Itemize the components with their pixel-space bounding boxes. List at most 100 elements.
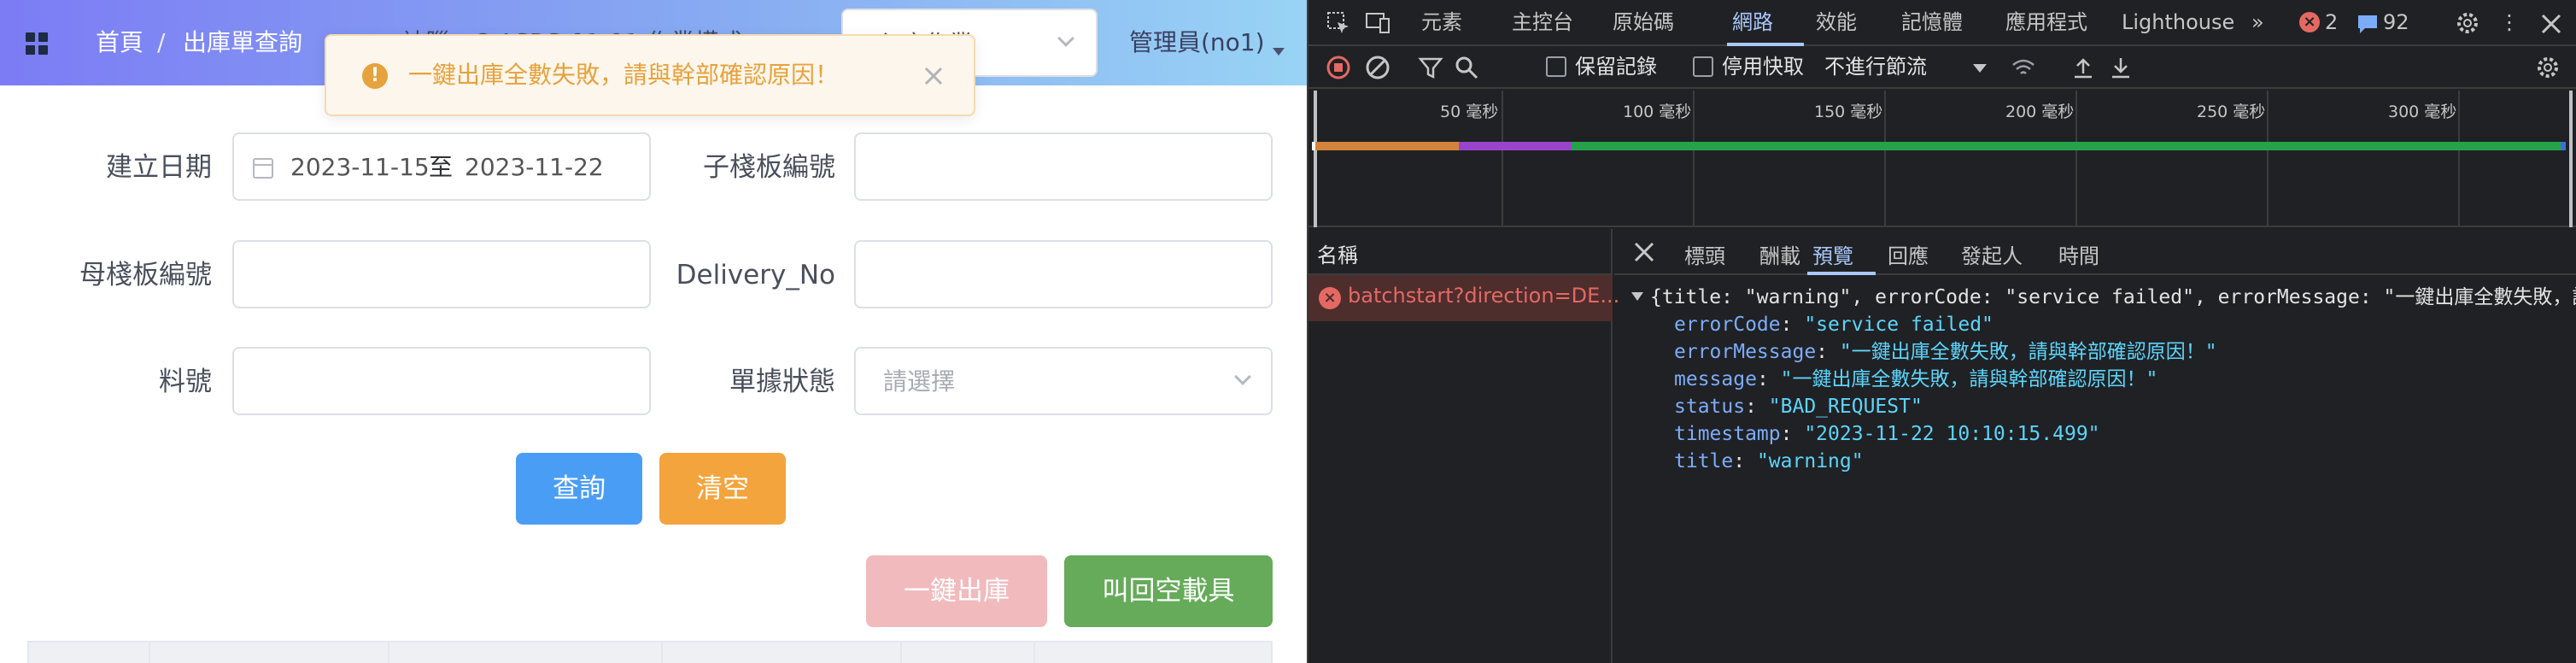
preview-value: "一鍵出庫全數失敗，請與幹部確認原因！" — [1780, 368, 2158, 390]
preview-field: status: "BAD_REQUEST" — [1674, 396, 1923, 418]
timeline-handle-left[interactable] — [1314, 91, 1317, 227]
parent-pallet-input[interactable] — [232, 240, 651, 308]
preview-field: errorCode: "service failed" — [1674, 314, 1993, 336]
close-icon[interactable] — [2538, 11, 2564, 37]
breadcrumb-separator: / — [157, 28, 166, 56]
timeline-gridline — [2458, 91, 2460, 227]
search-icon[interactable] — [1454, 55, 1479, 80]
request-name[interactable]: batchstart?direction=DE... — [1348, 284, 1619, 308]
filter-icon[interactable] — [1418, 55, 1443, 80]
close-icon[interactable] — [1631, 239, 1657, 265]
disable-cache-checkbox[interactable] — [1693, 56, 1713, 77]
part-no-label: 料號 — [159, 367, 212, 397]
preview-field: errorMessage: "一鍵出庫全數失敗，請與幹部確認原因！" — [1674, 341, 2217, 363]
timeline-overview[interactable] — [1308, 91, 2576, 227]
tab-timing[interactable]: 時間 — [2058, 239, 2099, 269]
error-icon[interactable]: × — [2299, 12, 2320, 32]
warning-toast: ! 一鍵出庫全數失敗，請與幹部確認原因！ — [325, 34, 975, 116]
request-row[interactable]: × batchstart?direction=DE... — [1308, 275, 1619, 321]
upload-icon[interactable] — [2070, 55, 2096, 80]
timeline-tick: 100 毫秒 — [1623, 103, 1692, 121]
message-count[interactable]: 92 — [2383, 9, 2409, 35]
active-tab-indicator — [1727, 43, 1804, 46]
tab-payload[interactable]: 酬載 — [1759, 239, 1800, 269]
preview-value: "2023-11-22 10:10:15.499" — [1804, 423, 2100, 445]
expand-triangle-icon[interactable] — [1631, 292, 1643, 301]
tab-headers[interactable]: 標頭 — [1684, 239, 1725, 269]
preview-value: "service failed" — [1804, 314, 1993, 336]
throttling-caret-icon[interactable] — [1973, 64, 1987, 73]
menu-grid-icon[interactable] — [26, 32, 48, 55]
tab-lighthouse[interactable]: Lighthouse — [2122, 9, 2234, 35]
throttling-select[interactable]: 不進行節流 — [1824, 53, 1927, 80]
devtools-tabbar: 元素 主控台 原始碼 網路 效能 記憶體 應用程式 Lighthouse » ×… — [1308, 0, 2576, 46]
breadcrumb-home[interactable]: 首頁 — [96, 26, 143, 60]
user-menu[interactable]: 管理員(no1) — [1129, 26, 1265, 60]
timeline-handle-right[interactable] — [2569, 91, 2573, 227]
download-icon[interactable] — [2108, 55, 2134, 80]
date-end[interactable]: 2023-11-22 — [465, 150, 604, 185]
gear-icon[interactable] — [2455, 10, 2480, 36]
preview-value: "一鍵出庫全數失敗，請與幹部確認原因！" — [1839, 341, 2217, 363]
error-icon: × — [1319, 287, 1341, 309]
preview-key: timestamp — [1674, 423, 1781, 445]
doc-status-label: 單據狀態 — [729, 367, 835, 397]
error-count[interactable]: 2 — [2325, 9, 2338, 35]
timeline-tick: 300 毫秒 — [2388, 103, 2457, 121]
preview-summary[interactable]: {title: "warning", errorCode: "service f… — [1650, 284, 2576, 311]
app-window: 首頁 / 出庫單查詢 神腦 - C-ASRS-01-01 作業模式 入庫作業 管… — [0, 0, 1307, 663]
device-toolbar-icon[interactable] — [1365, 10, 1390, 36]
clear-icon[interactable] — [1365, 55, 1390, 80]
preview-value: "warning" — [1756, 450, 1864, 472]
devtools-panel: 元素 主控台 原始碼 網路 效能 記憶體 應用程式 Lighthouse » ×… — [1307, 0, 2576, 663]
tab-sources[interactable]: 原始碼 — [1613, 9, 1674, 35]
tab-elements[interactable]: 元素 — [1421, 9, 1462, 35]
delivery-no-label: Delivery_No — [676, 260, 835, 290]
part-no-input[interactable] — [232, 347, 651, 415]
request-list: 名稱 × batchstart?direction=DE... — [1308, 229, 1619, 663]
more-options-icon[interactable]: ⋮ — [2499, 9, 2520, 35]
preserve-log-checkbox[interactable] — [1546, 56, 1566, 77]
tab-response[interactable]: 回應 — [1888, 239, 1929, 269]
tab-memory[interactable]: 記憶體 — [1901, 9, 1963, 35]
waterfall-ssl — [1459, 142, 1572, 150]
tab-console[interactable]: 主控台 — [1512, 9, 1573, 35]
tab-application[interactable]: 應用程式 — [2005, 9, 2087, 35]
timeline-gridline — [2075, 91, 2077, 227]
network-conditions-icon[interactable] — [2011, 55, 2036, 80]
preview-field: message: "一鍵出庫全數失敗，請與幹部確認原因！" — [1674, 368, 2158, 390]
one-click-outbound-button[interactable]: 一鍵出庫 — [866, 555, 1047, 627]
tab-performance[interactable]: 效能 — [1816, 9, 1857, 35]
close-icon[interactable] — [924, 67, 943, 85]
preserve-log-label: 保留記錄 — [1575, 55, 1657, 79]
doc-status-select[interactable]: 請選擇 — [854, 347, 1273, 415]
caret-down-icon[interactable] — [1273, 48, 1285, 56]
recall-empty-carrier-button[interactable]: 叫回空載具 — [1064, 555, 1273, 627]
doc-status-placeholder: 請選擇 — [883, 367, 956, 396]
tab-network[interactable]: 網路 — [1732, 9, 1773, 35]
waterfall-waiting — [1572, 142, 2561, 150]
inspect-element-icon[interactable] — [1326, 10, 1351, 36]
preview-key: errorCode — [1674, 314, 1781, 336]
preview-value: "BAD_REQUEST" — [1768, 396, 1923, 418]
preview-key: errorMessage — [1674, 341, 1817, 363]
date-range-separator: 至 — [429, 153, 454, 181]
date-range-picker[interactable]: 2023-11-15 至 2023-11-22 — [232, 132, 651, 201]
tab-preview[interactable]: 預覽 — [1812, 239, 1853, 269]
request-detail: 標頭 酬載 預覽 回應 發起人 時間 {title: "warning", er… — [1614, 229, 2576, 663]
name-column-header[interactable]: 名稱 — [1308, 229, 1613, 275]
query-button[interactable]: 查詢 — [516, 453, 642, 525]
detail-tabbar: 標頭 酬載 預覽 回應 發起人 時間 — [1614, 229, 2576, 275]
date-start[interactable]: 2023-11-15 — [290, 150, 430, 185]
more-tabs-icon[interactable]: » — [2251, 9, 2264, 35]
message-icon[interactable] — [2356, 12, 2381, 38]
delivery-no-input[interactable] — [854, 240, 1273, 308]
record-stop-icon[interactable] — [1326, 55, 1351, 80]
network-settings-icon[interactable] — [2535, 55, 2561, 80]
timeline-gridline — [1884, 91, 1886, 227]
clear-button[interactable]: 清空 — [659, 453, 786, 525]
sub-pallet-input[interactable] — [854, 132, 1273, 201]
timeline-gridline — [1502, 91, 1503, 227]
chevron-down-icon — [1057, 30, 1074, 47]
tab-initiator[interactable]: 發起人 — [1961, 239, 2023, 269]
